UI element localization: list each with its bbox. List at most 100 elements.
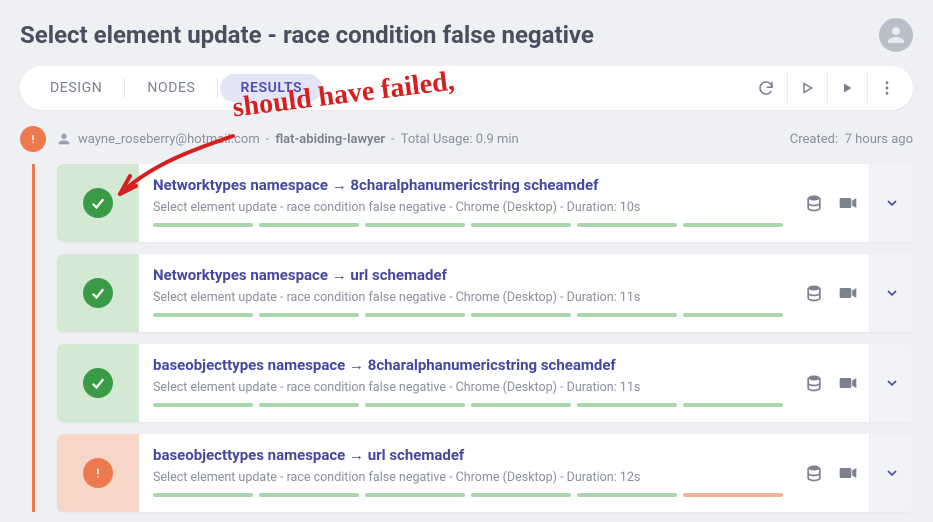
step-bar <box>153 493 253 497</box>
run-created: Created: 7 hours ago <box>790 132 913 147</box>
step-bars <box>153 403 783 407</box>
video-icon <box>838 463 858 483</box>
refresh-icon <box>757 79 775 97</box>
row-subtitle: Select element update - race condition f… <box>153 470 783 485</box>
row-subtitle: Select element update - race condition f… <box>153 380 783 395</box>
check-icon <box>89 374 107 392</box>
database-icon <box>804 193 824 213</box>
person-icon <box>884 23 908 47</box>
run-slug: flat-abiding-lawyer <box>275 132 385 147</box>
test-result-row: baseobjecttypes namespace → 8charalphanu… <box>57 344 913 422</box>
step-bar <box>471 223 571 227</box>
status-pass-icon <box>83 188 113 218</box>
run-user-email: wayne_roseberry@hotmail.com <box>78 132 260 147</box>
row-subtitle: Select element update - race condition f… <box>153 290 783 305</box>
video-button[interactable] <box>831 366 865 400</box>
play-button[interactable] <box>827 73 865 103</box>
step-bar <box>577 403 677 407</box>
more-vert-icon <box>878 79 896 97</box>
expand-toggle[interactable] <box>869 164 913 242</box>
step-bar <box>577 493 677 497</box>
person-icon <box>56 131 72 147</box>
video-button[interactable] <box>831 186 865 220</box>
row-actions <box>797 164 869 242</box>
database-icon <box>804 373 824 393</box>
step-bar <box>259 403 359 407</box>
check-icon <box>89 284 107 302</box>
test-result-row: Networktypes namespace → 8charalphanumer… <box>57 164 913 242</box>
tab-separator <box>217 78 218 98</box>
video-icon <box>838 193 858 213</box>
step-bar <box>683 313 783 317</box>
more-button[interactable] <box>867 73 905 103</box>
video-icon <box>838 373 858 393</box>
step-bar <box>153 223 253 227</box>
sep: - <box>391 132 395 147</box>
row-title: baseobjecttypes namespace → url schemade… <box>153 446 783 464</box>
run-created-time: 7 hours ago <box>845 132 913 147</box>
test-result-row: baseobjecttypes namespace → url schemade… <box>57 434 913 512</box>
chevron-down-icon <box>884 285 900 301</box>
status-box <box>57 434 139 512</box>
expand-toggle[interactable] <box>869 344 913 422</box>
row-body[interactable]: baseobjecttypes namespace → 8charalphanu… <box>139 344 797 422</box>
row-body[interactable]: Networktypes namespace → 8charalphanumer… <box>139 164 797 242</box>
run-usage: Total Usage: 0.9 min <box>401 132 519 147</box>
video-button[interactable] <box>831 456 865 490</box>
step-bar <box>365 493 465 497</box>
step-bars <box>153 313 783 317</box>
status-box <box>57 254 139 332</box>
row-body[interactable]: Networktypes namespace → url schemadefSe… <box>139 254 797 332</box>
tab-nodes[interactable]: NODES <box>127 74 215 102</box>
row-actions <box>797 434 869 512</box>
row-subtitle: Select element update - race condition f… <box>153 200 783 215</box>
chevron-down-icon <box>884 465 900 481</box>
user-avatar[interactable] <box>879 18 913 52</box>
row-actions <box>797 344 869 422</box>
step-bar <box>683 223 783 227</box>
play-outline-button[interactable] <box>787 73 825 103</box>
logs-button[interactable] <box>797 276 831 310</box>
logs-button[interactable] <box>797 456 831 490</box>
alert-icon <box>25 131 41 147</box>
row-body[interactable]: baseobjecttypes namespace → url schemade… <box>139 434 797 512</box>
tab-results[interactable]: RESULTS <box>220 74 322 102</box>
test-result-row: Networktypes namespace → url schemadefSe… <box>57 254 913 332</box>
step-bar <box>683 403 783 407</box>
row-actions <box>797 254 869 332</box>
toolbar: DESIGN NODES RESULTS <box>20 66 913 110</box>
refresh-button[interactable] <box>747 73 785 103</box>
step-bar <box>153 403 253 407</box>
logs-button[interactable] <box>797 186 831 220</box>
chevron-down-icon <box>884 375 900 391</box>
step-bar <box>153 313 253 317</box>
tabs: DESIGN NODES RESULTS <box>28 66 324 110</box>
play-outline-icon <box>798 79 816 97</box>
test-results-list: Networktypes namespace → 8charalphanumer… <box>32 164 913 512</box>
expand-toggle[interactable] <box>869 254 913 332</box>
page-header: Select element update - race condition f… <box>20 18 913 52</box>
chevron-down-icon <box>884 195 900 211</box>
sep: - <box>266 132 270 147</box>
check-icon <box>89 194 107 212</box>
database-icon <box>804 283 824 303</box>
video-button[interactable] <box>831 276 865 310</box>
logs-button[interactable] <box>797 366 831 400</box>
step-bar <box>365 223 465 227</box>
tab-design[interactable]: DESIGN <box>30 74 122 102</box>
step-bar <box>259 223 359 227</box>
play-icon <box>838 79 856 97</box>
expand-toggle[interactable] <box>869 434 913 512</box>
step-bar <box>577 223 677 227</box>
status-pass-icon <box>83 368 113 398</box>
run-status-badge <box>20 126 46 152</box>
page-root: Select element update - race condition f… <box>0 0 933 512</box>
tab-separator <box>124 78 125 98</box>
step-bar <box>365 403 465 407</box>
step-bar <box>471 493 571 497</box>
step-bars <box>153 223 783 227</box>
step-bar <box>259 313 359 317</box>
step-bar <box>471 313 571 317</box>
database-icon <box>804 463 824 483</box>
run-header: wayne_roseberry@hotmail.com - flat-abidi… <box>20 126 913 152</box>
